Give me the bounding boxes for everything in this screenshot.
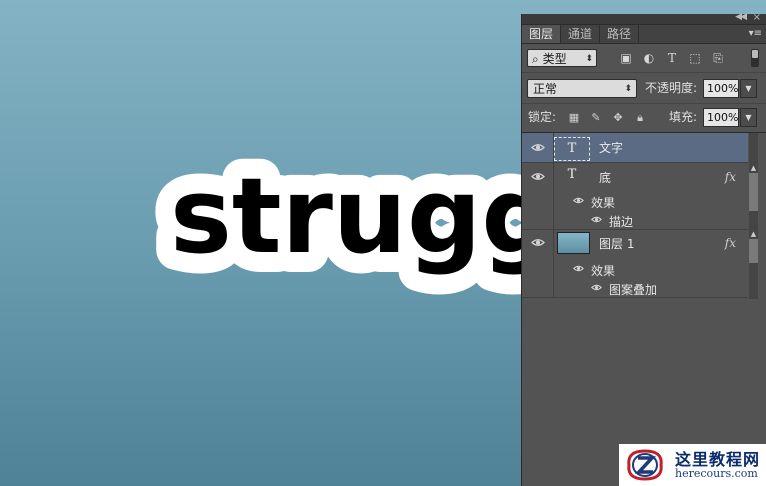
layer-row-base[interactable]: T 底 fx 效果 描边 (522, 162, 748, 230)
layer-name[interactable]: 文字 (599, 141, 623, 155)
site-watermark: 这里教程网 herecours.com (619, 444, 766, 486)
filter-kind-select[interactable]: ⌕ 类型 ⬍ (527, 49, 597, 67)
eye-icon[interactable] (573, 197, 584, 204)
opacity-input[interactable]: 100% (703, 79, 739, 98)
visibility-column (522, 229, 554, 297)
image-layer-thumbnail (557, 232, 590, 254)
stepper-arrows-icon: ⬍ (624, 84, 632, 94)
close-panel-icon[interactable]: × (753, 12, 761, 23)
effect-pattern-overlay[interactable]: 图案叠加 (609, 281, 657, 298)
fx-icon[interactable]: fx (725, 170, 736, 184)
layers-list: T 文字 T 底 fx 效果 描边 图层 1 fx 效果 图案叠加 ▲ ▲ (522, 133, 766, 299)
effects-label: 效果 (591, 264, 616, 278)
eye-icon[interactable] (591, 216, 602, 223)
opacity-label: 不透明度: (645, 81, 698, 95)
fill-dropdown-icon[interactable]: ▼ (740, 108, 757, 127)
collapse-panel-icon[interactable]: ◀◀ (735, 12, 747, 22)
panel-menu-icon[interactable]: ▾≡ (749, 28, 762, 39)
filter-toggle[interactable] (751, 49, 759, 67)
adjustment-filter-icon[interactable]: ◐ (642, 51, 656, 65)
lock-position-icon[interactable]: ✥ (611, 111, 625, 125)
eye-icon[interactable] (573, 265, 584, 272)
layer-name[interactable]: 图层 1 (599, 237, 634, 251)
text-layer-thumbnail: T (554, 137, 590, 161)
search-icon: ⌕ (532, 52, 539, 66)
watermark-url: herecours.com (675, 467, 758, 480)
layer-filter-row: ⌕ 类型 ⬍ ▣ ◐ T ⬚ ⎘ (522, 44, 766, 73)
lock-row: 锁定: ▦ ✎ ✥ 🔒︎ 填充: 100% ▼ (522, 104, 766, 133)
panel-tabs: 图层 通道 路径 ▾≡ (522, 25, 766, 44)
layer-row-layer1[interactable]: 图层 1 fx 效果 图案叠加 (522, 229, 748, 298)
text-layer-thumbnail: T (567, 167, 577, 182)
scroll-up-icon[interactable]: ▲ (749, 230, 758, 239)
eye-icon[interactable] (591, 284, 602, 291)
smart-object-filter-icon[interactable]: ⎘ (711, 51, 725, 65)
watermark-logo (627, 449, 663, 481)
blend-row: 正常 ⬍ 不透明度: 100% ▼ (522, 73, 766, 104)
fill-input[interactable]: 100% (703, 108, 739, 127)
type-filter-icon[interactable]: T (665, 51, 679, 65)
visibility-column (522, 162, 554, 229)
image-filter-icon[interactable]: ▣ (619, 51, 633, 65)
stepper-arrows-icon: ⬍ (585, 54, 593, 64)
scroll-thumb[interactable] (749, 239, 758, 263)
tab-paths[interactable]: 路径 (600, 25, 640, 43)
blend-mode-value: 正常 (533, 82, 558, 96)
eye-icon[interactable] (531, 143, 545, 152)
opacity-dropdown-icon[interactable]: ▼ (740, 79, 757, 98)
tab-layers[interactable]: 图层 (522, 25, 562, 43)
filter-kind-label: 类型 (542, 52, 567, 66)
fx-icon[interactable]: fx (725, 236, 736, 250)
layers-panel: ◀◀ × 图层 通道 路径 ▾≡ ⌕ 类型 ⬍ ▣ ◐ T ⬚ ⎘ 正常 ⬍ 不… (521, 12, 766, 486)
effect-stroke[interactable]: 描边 (609, 213, 633, 230)
scroll-thumb[interactable] (749, 173, 758, 211)
visibility-column (522, 133, 554, 162)
lock-pixels-icon[interactable]: ✎ (589, 111, 603, 125)
eye-icon[interactable] (531, 172, 545, 181)
effects-label: 效果 (591, 196, 616, 210)
scroll-up-icon[interactable]: ▲ (749, 164, 758, 173)
layer-row-text[interactable]: T 文字 (522, 133, 748, 163)
tab-channels[interactable]: 通道 (561, 25, 601, 43)
lock-all-icon[interactable]: 🔒︎ (633, 111, 647, 125)
layer-name[interactable]: 底 (599, 171, 611, 185)
shape-filter-icon[interactable]: ⬚ (688, 51, 702, 65)
blend-mode-select[interactable]: 正常 ⬍ (527, 79, 637, 98)
lock-transparent-icon[interactable]: ▦ (567, 111, 581, 125)
fill-label: 填充: (669, 110, 698, 124)
lock-label: 锁定: (528, 110, 557, 124)
layers-scrollbar[interactable]: ▲ ▲ (749, 133, 758, 299)
panel-titlebar: ◀◀ × (522, 12, 766, 25)
eye-icon[interactable] (531, 238, 545, 247)
